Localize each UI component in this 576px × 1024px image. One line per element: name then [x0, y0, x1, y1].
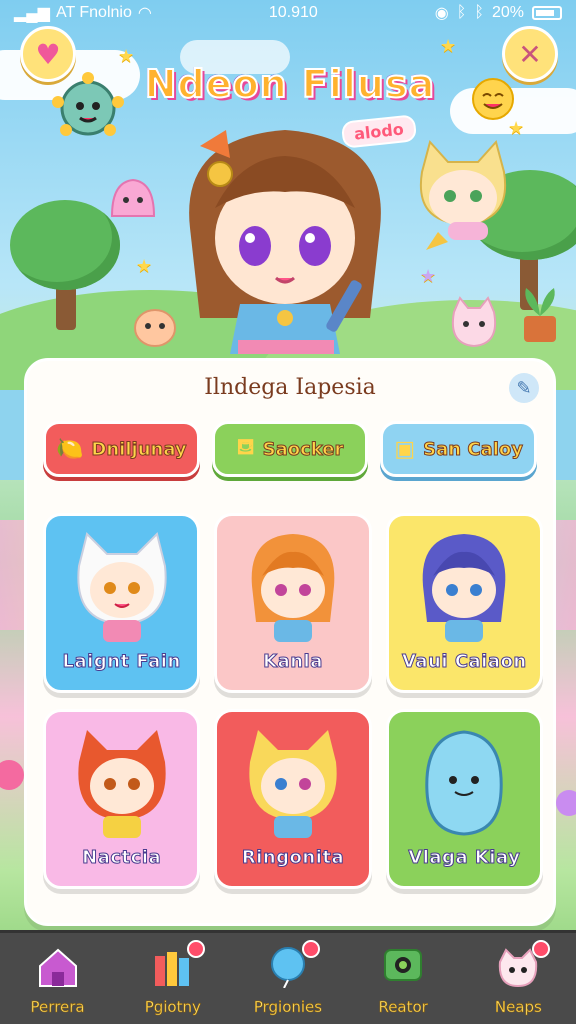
character-name: Kanla	[263, 651, 323, 673]
character-name: Nactcia	[82, 847, 162, 869]
home-icon	[35, 944, 81, 990]
pink-slime	[110, 178, 156, 217]
blue-hair-character	[422, 534, 506, 642]
flower	[556, 790, 576, 816]
bluetooth-icon: ᛒ	[456, 4, 467, 21]
filter-button-1[interactable]: 🍋 Dniljunay	[43, 421, 200, 477]
nav-item-3[interactable]: Prgionies	[238, 936, 338, 1022]
blonde-character	[249, 730, 337, 838]
star-icon: ★	[420, 266, 437, 287]
character-grid: Laignt Fain Kanla Vaui Caiaon Nactcia Ri…	[43, 513, 543, 889]
status-bar: ▂▄▆ AT Fnolnio ◠ 10.910 ◉ ᛒ ᛒ 20%	[0, 0, 576, 26]
monitor-icon	[380, 944, 426, 990]
nav-item-2[interactable]: Pgiotny	[123, 936, 223, 1022]
character-name: Ringonita	[241, 847, 345, 869]
blue-slime-character	[425, 730, 503, 836]
red-cat-character	[78, 730, 166, 838]
nav-item-1[interactable]: Perrera	[8, 936, 108, 1022]
filter-button-2[interactable]: ⛾ Saocker	[211, 421, 369, 477]
character-card-6[interactable]: Vlaga Kiay	[385, 709, 543, 889]
bottom-nav: Perrera Pgiotny Prgionies Reator Neaps	[0, 930, 576, 1024]
filter-row: 🍋 Dniljunay ⛾ Saocker ▣ San Caloy	[43, 421, 538, 477]
star-icon: ★	[440, 36, 457, 57]
character-name: Vaui Caiaon	[401, 651, 527, 673]
wifi-icon: ◠	[137, 5, 152, 22]
bluetooth-icon: ᛒ	[474, 4, 484, 21]
nav-label: Pgiotny	[144, 997, 201, 1016]
pot-icon: ⛾	[236, 435, 255, 460]
filter-label: Saocker	[262, 438, 344, 460]
orange-hair-character	[251, 534, 335, 642]
nav-label: Perrera	[30, 997, 85, 1016]
notification-badge	[532, 939, 551, 958]
panel-title: Ilndega Iapesia	[204, 375, 376, 400]
character-card-1[interactable]: Laignt Fain	[43, 513, 201, 693]
filter-label: San Caloy	[423, 438, 524, 460]
close-icon: ✕	[518, 37, 542, 71]
game-title: Ndeon Filusa	[144, 61, 436, 107]
panel-edit-button[interactable]: ✎	[509, 373, 539, 403]
star-icon: ★	[118, 46, 135, 67]
star-icon: ★	[136, 256, 153, 277]
character-name: Laignt Fain	[62, 651, 181, 673]
pencil-icon: ✎	[516, 377, 532, 399]
filter-button-3[interactable]: ▣ San Caloy	[380, 421, 538, 477]
bucket-icon: ▣	[394, 436, 416, 462]
lemon-icon: 🍋	[56, 436, 84, 462]
potted-plant	[524, 288, 556, 342]
tree	[10, 200, 120, 290]
notification-badge	[186, 939, 205, 958]
nav-label: Prgionies	[253, 997, 323, 1016]
white-cat-character	[77, 532, 167, 642]
character-name: Vlaga Kiay	[408, 847, 521, 869]
character-select-panel: Ilndega Iapesia ✎ 🍋 Dniljunay ⛾ Saocker …	[24, 358, 556, 926]
filter-label: Dniljunay	[91, 438, 187, 460]
nav-item-5[interactable]: Neaps	[468, 936, 568, 1022]
close-button[interactable]: ✕	[502, 26, 558, 82]
notification-badge	[301, 939, 320, 958]
character-card-4[interactable]: Nactcia	[43, 709, 201, 889]
character-card-5[interactable]: Ringonita	[214, 709, 372, 889]
carrier-label: AT Fnolnio	[55, 4, 132, 21]
blonde-cat-character	[419, 139, 507, 250]
battery-icon	[532, 6, 562, 20]
cat-plush	[452, 296, 496, 348]
nav-label: Reator	[378, 997, 428, 1016]
hero-character	[189, 130, 381, 354]
heart-icon: ♥	[35, 37, 61, 71]
nav-item-4[interactable]: Reator	[353, 936, 453, 1022]
nav-label: Neaps	[494, 997, 542, 1016]
sun-creature	[52, 72, 124, 136]
sun-face	[472, 78, 514, 120]
flower	[0, 760, 24, 790]
character-card-3[interactable]: Vaui Caiaon	[385, 513, 543, 693]
clock: 10.910	[268, 4, 318, 21]
character-card-2[interactable]: Kanla	[214, 513, 372, 693]
signal-icon: ▂▄▆	[14, 5, 50, 22]
alarm-icon: ◉	[434, 5, 449, 22]
battery-percent: 20%	[491, 4, 524, 21]
